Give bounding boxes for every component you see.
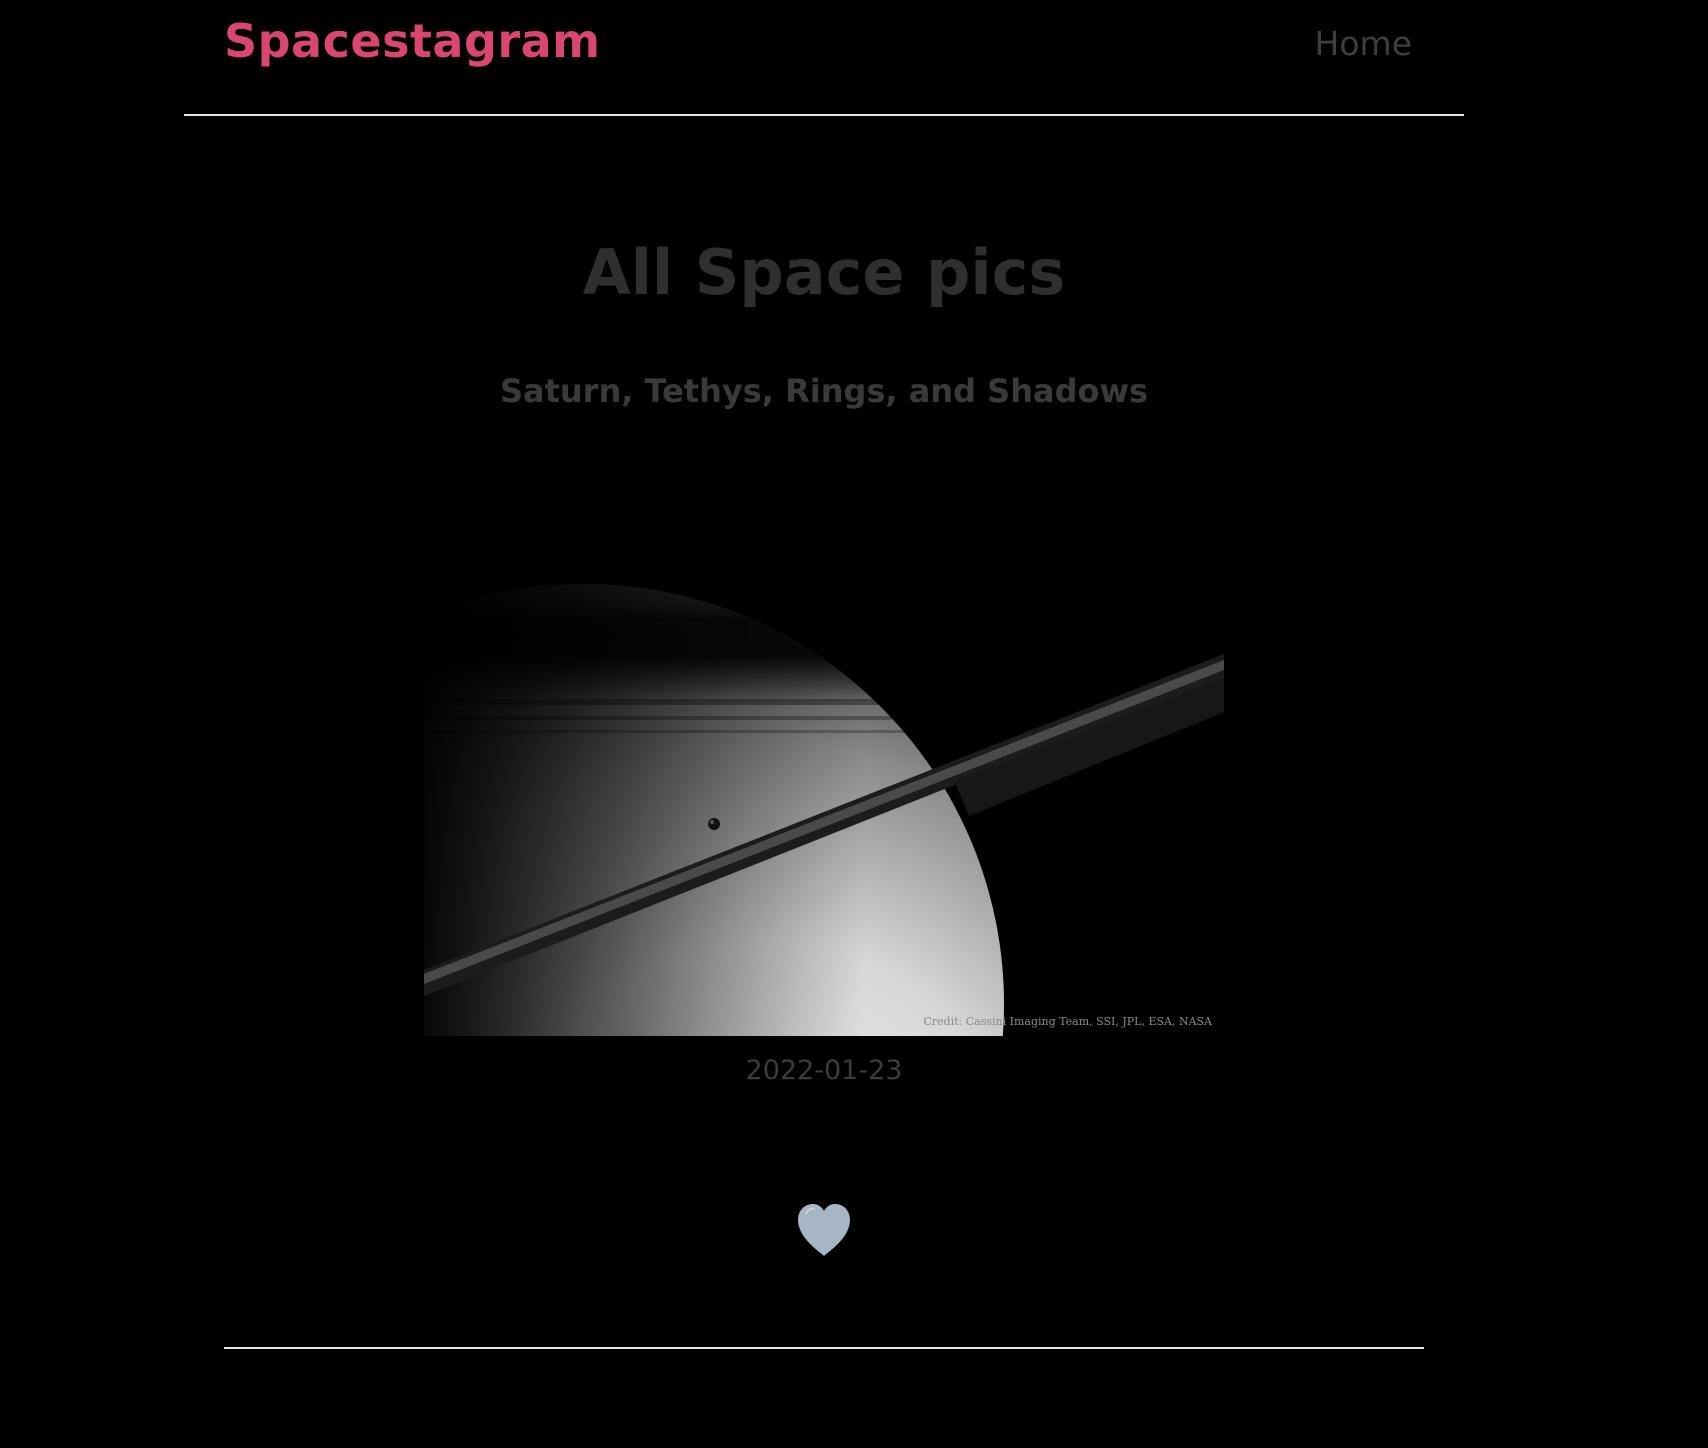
nav-home-link[interactable]: Home xyxy=(1315,24,1412,63)
image-credit: Credit: Cassini Imaging Team, SSI, JPL, … xyxy=(923,1015,1212,1028)
post-card: Saturn, Tethys, Rings, and Shadows Credi… xyxy=(0,372,1648,1256)
post-date: 2022-01-23 xyxy=(745,1055,903,1086)
saturn-image xyxy=(424,484,1224,1036)
page: Spacestagram Home All Space pics Saturn,… xyxy=(0,0,1708,1448)
footer-divider xyxy=(224,1347,1424,1349)
heart-icon xyxy=(798,1204,850,1256)
post-image: Credit: Cassini Imaging Team, SSI, JPL, … xyxy=(424,484,1224,1036)
post-title: Saturn, Tethys, Rings, and Shadows xyxy=(499,372,1149,410)
like-button[interactable] xyxy=(792,1198,856,1262)
brand-logo-link[interactable]: Spacestagram xyxy=(224,14,601,68)
navbar: Spacestagram Home xyxy=(184,0,1464,116)
page-title: All Space pics xyxy=(582,236,1066,309)
